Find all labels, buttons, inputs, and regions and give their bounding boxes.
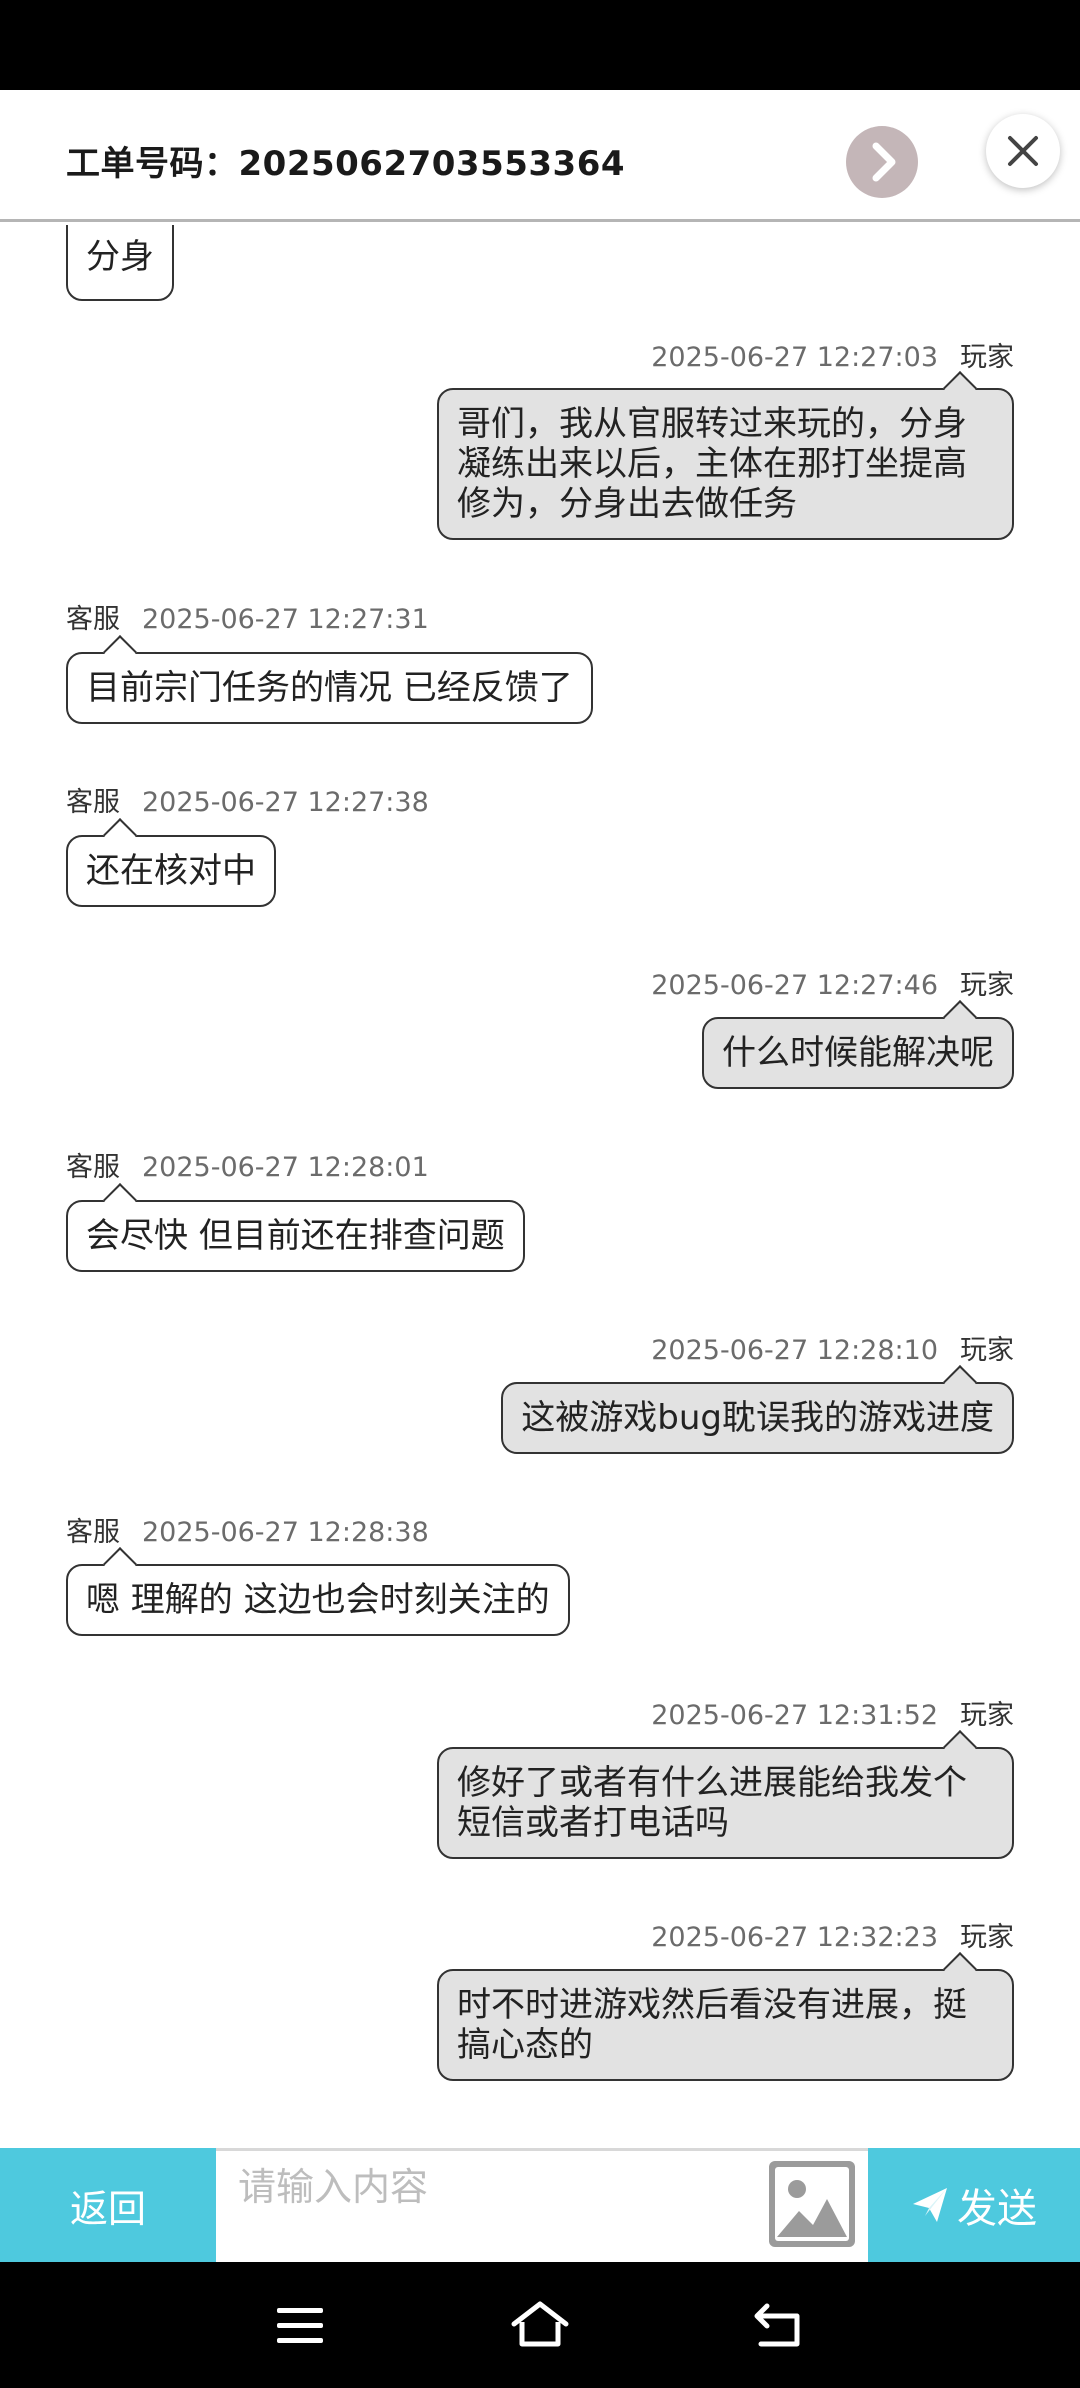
message-time: 2025-06-27 12:28:01 bbox=[142, 1152, 429, 1183]
message-meta: 2025-06-27 12:28:10 玩家 bbox=[651, 1328, 1014, 1367]
close-button[interactable] bbox=[986, 114, 1060, 188]
message-meta: 客服 2025-06-27 12:27:38 bbox=[66, 780, 429, 819]
message-input[interactable] bbox=[238, 2159, 758, 2215]
send-label: 发送 bbox=[957, 2186, 1037, 2232]
message-time: 2025-06-27 12:27:31 bbox=[142, 604, 429, 635]
message-meta: 客服 2025-06-27 12:28:01 bbox=[66, 1145, 429, 1184]
message-role: 玩家 bbox=[960, 342, 1014, 373]
message-bubble-player: 修好了或者有什么进展能给我发个短信或者打电话吗 bbox=[437, 1730, 1014, 1859]
message-bubble-cs: 嗯 理解的 这边也会时刻关注的 bbox=[66, 1547, 570, 1636]
status-bar bbox=[0, 0, 1080, 90]
message-role: 客服 bbox=[66, 1517, 120, 1548]
message-meta: 2025-06-27 12:27:46 玩家 bbox=[651, 963, 1014, 1002]
chevron-right-icon bbox=[872, 142, 896, 182]
message-bubble-cs: 目前宗门任务的情况 已经反馈了 bbox=[66, 635, 593, 724]
message-meta: 客服 2025-06-27 12:28:38 bbox=[66, 1510, 429, 1549]
message-text: 目前宗门任务的情况 已经反馈了 bbox=[86, 668, 573, 708]
chat-history[interactable]: 分身 2025-06-27 12:27:03 玩家 哥们，我从官服转过来玩的，分身… bbox=[0, 225, 1080, 2149]
message-role: 客服 bbox=[66, 604, 120, 635]
message-bubble-player: 什么时候能解决呢 bbox=[702, 1000, 1014, 1089]
message-meta: 2025-06-27 12:27:03 玩家 bbox=[651, 335, 1014, 374]
message-role: 玩家 bbox=[960, 1700, 1014, 1731]
message-text: 会尽快 但目前还在排查问题 bbox=[86, 1216, 505, 1256]
message-text: 嗯 理解的 这边也会时刻关注的 bbox=[86, 1580, 550, 1620]
message-role: 客服 bbox=[66, 787, 120, 818]
message-role: 玩家 bbox=[960, 1335, 1014, 1366]
paper-plane-icon bbox=[913, 2188, 947, 2222]
message-meta: 2025-06-27 12:31:52 玩家 bbox=[651, 1693, 1014, 1732]
message-time: 2025-06-27 12:32:23 bbox=[651, 1922, 938, 1953]
message-bubble-cs: 分身 bbox=[66, 225, 174, 301]
message-text: 什么时候能解决呢 bbox=[722, 1033, 994, 1073]
close-icon bbox=[1008, 136, 1038, 166]
home-icon[interactable] bbox=[510, 2300, 570, 2350]
message-role: 玩家 bbox=[960, 970, 1014, 1001]
message-bubble-player: 哥们，我从官服转过来玩的，分身凝练出来以后，主体在那打坐提高修为，分身出去做任务 bbox=[437, 371, 1014, 540]
message-text: 还在核对中 bbox=[86, 851, 256, 891]
message-text: 哥们，我从官服转过来玩的，分身凝练出来以后，主体在那打坐提高修为，分身出去做任务 bbox=[457, 404, 967, 524]
message-input-container bbox=[216, 2148, 868, 2262]
message-meta: 2025-06-27 12:32:23 玩家 bbox=[651, 1915, 1014, 1954]
message-bubble-cs: 会尽快 但目前还在排查问题 bbox=[66, 1183, 525, 1272]
message-text: 修好了或者有什么进展能给我发个短信或者打电话吗 bbox=[457, 1763, 967, 1843]
ticket-header: 工单号码：2025062703553364 bbox=[0, 90, 1080, 222]
message-role: 玩家 bbox=[960, 1922, 1014, 1953]
message-time: 2025-06-27 12:28:38 bbox=[142, 1517, 429, 1548]
chat-footer: 返回 发送 bbox=[0, 2148, 1080, 2262]
message-bubble-cs: 还在核对中 bbox=[66, 818, 276, 907]
ticket-number: 工单号码：2025062703553364 bbox=[66, 144, 626, 184]
back-button[interactable]: 返回 bbox=[0, 2148, 216, 2262]
message-text: 时不时进游戏然后看没有进展，挺搞心态的 bbox=[457, 1985, 967, 2065]
message-text: 这被游戏bug耽误我的游戏进度 bbox=[521, 1398, 994, 1438]
message-bubble-player: 这被游戏bug耽误我的游戏进度 bbox=[501, 1365, 1014, 1454]
message-time: 2025-06-27 12:28:10 bbox=[651, 1335, 938, 1366]
message-time: 2025-06-27 12:27:38 bbox=[142, 787, 429, 818]
menu-icon[interactable] bbox=[275, 2304, 325, 2348]
back-icon[interactable] bbox=[753, 2300, 807, 2350]
message-time: 2025-06-27 12:27:03 bbox=[651, 342, 938, 373]
message-time: 2025-06-27 12:27:46 bbox=[651, 970, 938, 1001]
message-meta: 客服 2025-06-27 12:27:31 bbox=[66, 597, 429, 636]
next-button[interactable] bbox=[846, 126, 918, 198]
message-bubble-player: 时不时进游戏然后看没有进展，挺搞心态的 bbox=[437, 1952, 1014, 2081]
message-role: 客服 bbox=[66, 1152, 120, 1183]
system-nav-bar bbox=[0, 2262, 1080, 2388]
send-button[interactable]: 发送 bbox=[868, 2148, 1080, 2262]
image-icon[interactable] bbox=[769, 2161, 855, 2247]
message-time: 2025-06-27 12:31:52 bbox=[651, 1700, 938, 1731]
message-text: 分身 bbox=[86, 237, 154, 277]
